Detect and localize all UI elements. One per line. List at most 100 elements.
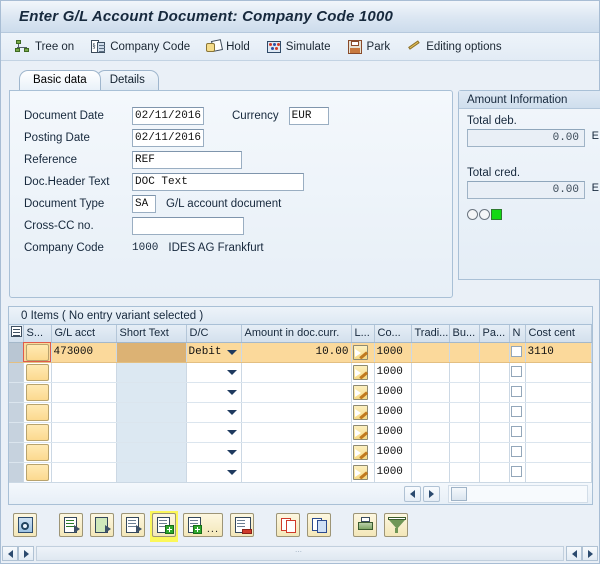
cell-business-area[interactable] [449,362,480,383]
cell-partner[interactable] [479,442,510,463]
row-selector-cell[interactable] [9,342,24,363]
tab-basic-data[interactable]: Basic data [19,70,101,90]
cell-partner[interactable] [479,362,510,383]
cell-business-area[interactable] [449,342,480,363]
cell-trading-partner[interactable] [411,382,450,403]
row-selector-cell[interactable] [9,462,24,483]
cell-trading-partner[interactable] [411,422,450,443]
table-row[interactable]: 1000 [9,422,592,443]
col-header-dc[interactable]: D/C [186,325,242,343]
chevron-down-icon[interactable] [226,349,237,355]
cell-trading-partner[interactable] [411,362,450,383]
cell-business-area[interactable] [449,402,480,423]
row-selector-cell[interactable] [9,422,24,443]
toolbar-button-company-code[interactable]: § Company Code [90,39,190,55]
row-status-cell[interactable] [23,382,52,403]
cell-company-code[interactable]: 1000 [374,342,412,363]
col-header-co[interactable]: Co... [374,325,412,343]
row-status-cell[interactable] [23,422,52,443]
cell-glacct[interactable]: 473000 [51,342,117,363]
cell-long-text[interactable] [351,342,375,363]
toolbar-button-simulate[interactable]: Simulate [266,39,331,55]
n-checkbox[interactable] [510,465,522,477]
cell-company-code[interactable]: 1000 [374,462,412,483]
tab-details[interactable]: Details [95,70,159,90]
cell-amount[interactable] [241,442,352,463]
cell-short-text[interactable] [116,382,187,403]
long-text-pencil-icon[interactable] [352,424,368,440]
n-checkbox[interactable] [510,445,522,457]
chevron-down-icon[interactable] [226,389,237,395]
table-settings-icon[interactable] [11,326,22,338]
col-header-l[interactable]: L... [351,325,375,343]
col-header-sel[interactable]: S... [23,325,52,343]
cell-dc[interactable]: Debit [186,342,242,363]
long-text-pencil-icon[interactable] [352,344,368,360]
scroll-thumb-grip[interactable]: ⋯ [295,549,305,558]
chevron-down-icon[interactable] [226,449,237,455]
document-type-input[interactable]: SA [132,194,156,213]
n-checkbox[interactable] [510,405,522,417]
insert-line-options-button[interactable]: ... [183,512,223,537]
cell-partner[interactable] [479,462,510,483]
cell-long-text[interactable] [351,402,375,423]
chevron-down-icon[interactable] [226,429,237,435]
n-checkbox[interactable] [510,365,522,377]
cell-partner[interactable] [479,402,510,423]
chevron-down-icon[interactable] [226,369,237,375]
table-row[interactable]: 1000 [9,382,592,403]
cell-cost-center[interactable] [525,422,592,443]
cell-glacct[interactable] [51,442,117,463]
cell-company-code[interactable]: 1000 [374,402,412,423]
posting-date-input[interactable]: 02/11/2016 [132,128,204,147]
cell-business-area[interactable] [449,442,480,463]
cell-trading-partner[interactable] [411,402,450,423]
long-text-pencil-icon[interactable] [352,464,368,480]
cell-short-text[interactable] [116,422,187,443]
cell-partner[interactable] [479,342,510,363]
cell-n-checkbox[interactable] [509,462,526,483]
toolbar-button-editing-options[interactable]: Editing options [406,39,502,55]
row-selector-cell[interactable] [9,362,24,383]
scroll-left-button[interactable] [2,546,18,561]
cell-short-text[interactable] [116,342,187,363]
row-selector-cell[interactable] [9,442,24,463]
copy-line-button[interactable] [276,512,300,537]
cell-dc[interactable] [186,422,242,443]
cell-n-checkbox[interactable] [509,362,526,383]
cell-dc[interactable] [186,382,242,403]
table-row[interactable]: 473000 Debit 10.00 1000 3110 [9,342,592,363]
cell-n-checkbox[interactable] [509,442,526,463]
cell-dc[interactable] [186,462,242,483]
cell-trading-partner[interactable] [411,442,450,463]
reference-input[interactable]: REF [132,150,242,169]
toolbar-button-hold[interactable]: Hold [206,38,250,55]
cell-dc[interactable] [186,442,242,463]
display-document-overview-button[interactable] [13,512,37,537]
grid-scroll-thumb[interactable] [451,486,467,501]
row-status-cell[interactable] [23,402,52,423]
cell-long-text[interactable] [351,382,375,403]
cell-long-text[interactable] [351,422,375,443]
cell-business-area[interactable] [449,382,480,403]
cell-short-text[interactable] [116,442,187,463]
cell-long-text[interactable] [351,442,375,463]
toolbar-button-park[interactable]: Park [347,39,390,55]
cell-cost-center[interactable] [525,382,592,403]
table-row[interactable]: 1000 [9,462,592,483]
currency-input[interactable]: EUR [288,106,329,125]
deselect-all-lines-button[interactable] [90,512,114,537]
cell-cost-center[interactable] [525,442,592,463]
row-status-cell[interactable] [23,462,52,483]
row-selector-cell[interactable] [9,402,24,423]
col-header-icon[interactable] [9,325,24,343]
scroll-right-button-right[interactable] [582,546,598,561]
cell-amount[interactable]: 10.00 [241,342,352,363]
cell-company-code[interactable]: 1000 [374,362,412,383]
scroll-left-button-right[interactable] [566,546,582,561]
grid-scroll-track[interactable] [448,484,588,503]
table-row[interactable]: 1000 [9,442,592,463]
table-row[interactable]: 1000 [9,362,592,383]
cell-long-text[interactable] [351,462,375,483]
chevron-down-icon[interactable] [226,409,237,415]
